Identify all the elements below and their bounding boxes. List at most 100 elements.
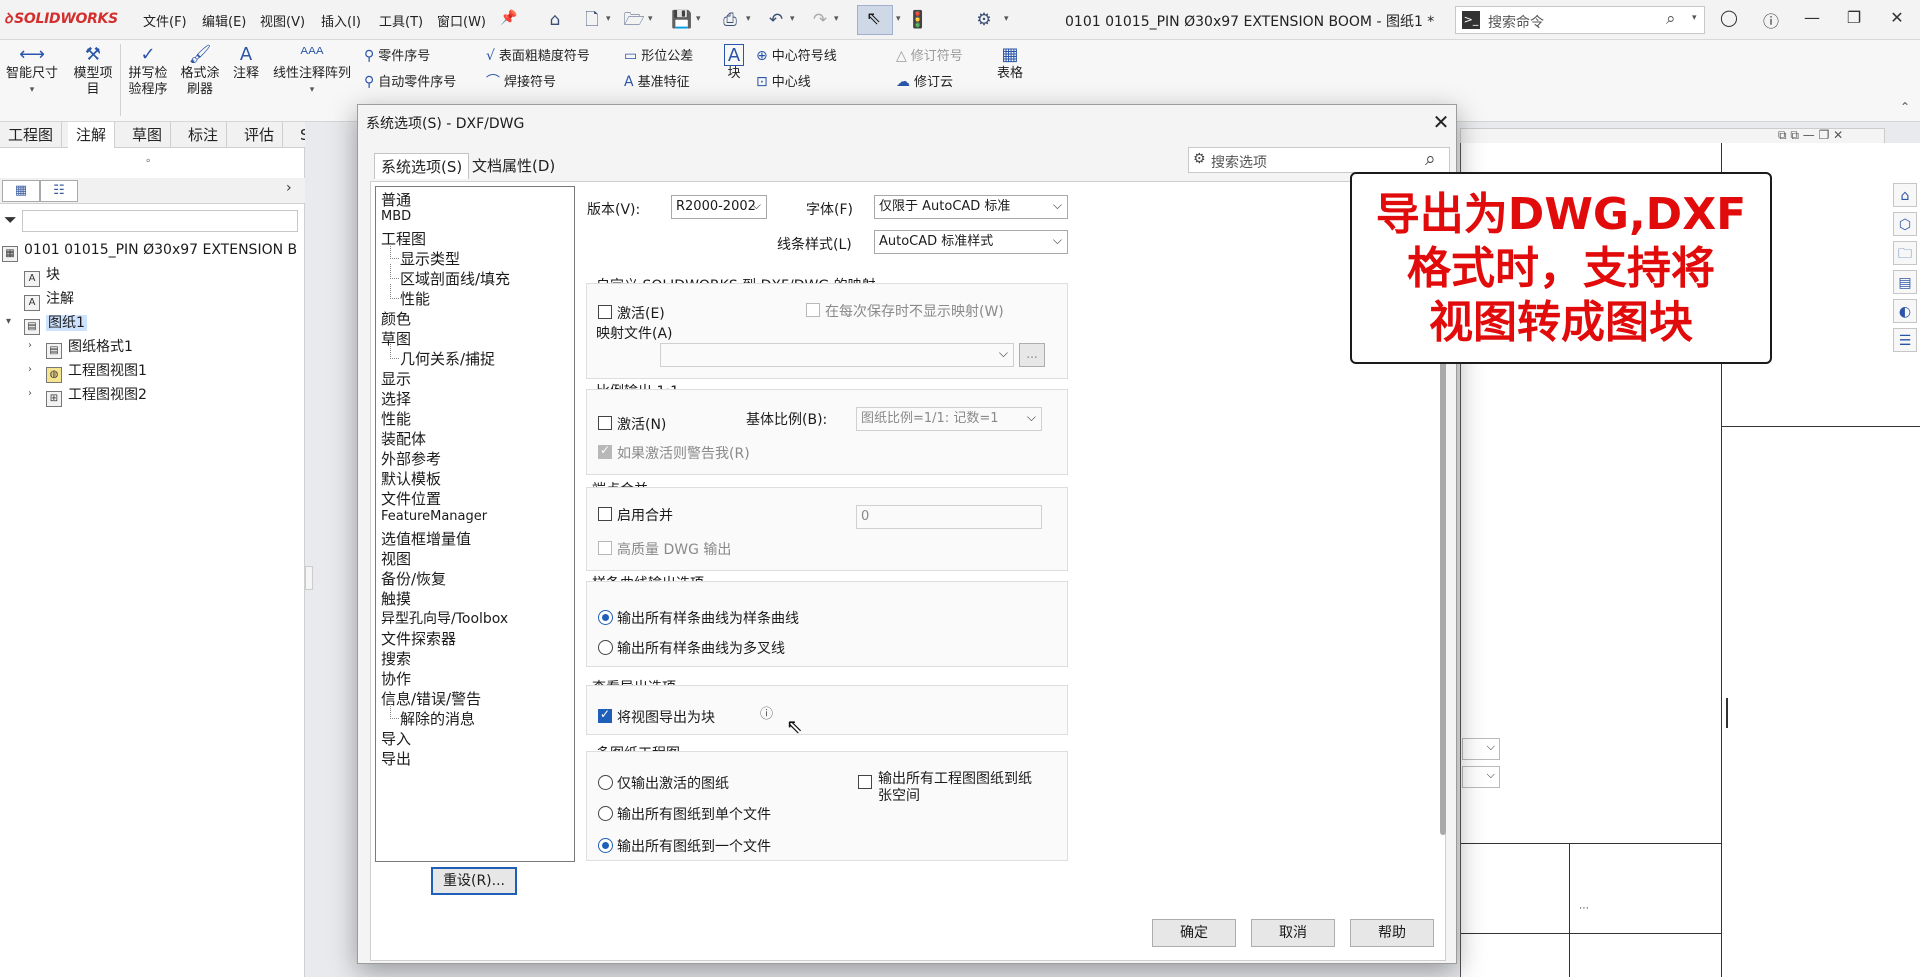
- tree-item-sheet-format[interactable]: ▤ 图纸格式1: [46, 336, 133, 359]
- mapping-noshow-checkbox[interactable]: [806, 303, 820, 317]
- tab-sketch[interactable]: 草图: [124, 122, 172, 148]
- user-icon[interactable]: ◯: [1717, 8, 1741, 27]
- restore-icon[interactable]: ❐: [1842, 8, 1866, 27]
- tree-expand-icon[interactable]: ›: [28, 388, 32, 399]
- save-caret-icon[interactable]: ▾: [696, 14, 701, 24]
- nav-item[interactable]: 显示: [381, 368, 411, 389]
- options-caret-icon[interactable]: ▾: [1004, 14, 1009, 24]
- tree-expand-icon[interactable]: ›: [28, 364, 32, 375]
- version-select[interactable]: R2000-2002: [671, 195, 767, 219]
- propertymanager-tab[interactable]: ☷: [40, 180, 78, 202]
- merge-enable-checkbox[interactable]: [598, 507, 612, 521]
- nav-item[interactable]: 外部参考: [381, 448, 441, 469]
- open-caret-icon[interactable]: ▾: [648, 14, 653, 24]
- tree-collapse-icon[interactable]: ▾: [6, 316, 11, 327]
- nav-item[interactable]: 默认模板: [381, 468, 441, 489]
- pin-icon[interactable]: 📌: [500, 10, 517, 26]
- nav-item[interactable]: 几何关系/捕捉: [389, 344, 495, 369]
- auto-balloon-button[interactable]: ⚲ 自动零件序号: [364, 71, 456, 90]
- nav-item[interactable]: 颜色: [381, 308, 411, 329]
- filter-input[interactable]: [22, 210, 298, 232]
- close-icon[interactable]: ✕: [1885, 8, 1909, 27]
- 3d-parts-icon[interactable]: ⬡: [1893, 212, 1917, 236]
- tree-item-drawing-view1[interactable]: ◍ 工程图视图1: [46, 360, 147, 383]
- appearance-icon[interactable]: ◐: [1893, 299, 1917, 323]
- panel-collapse-handle[interactable]: [305, 566, 313, 590]
- home-view-icon[interactable]: ⌂: [1893, 183, 1917, 207]
- info-icon[interactable]: ⓘ: [760, 703, 773, 722]
- tab-drawing[interactable]: 工程图: [0, 122, 63, 148]
- centerline-button[interactable]: ⊡ 中心线: [756, 71, 811, 90]
- select-pointer-button[interactable]: ⇖: [857, 5, 893, 35]
- redo-icon[interactable]: ↷: [808, 8, 832, 32]
- nav-item[interactable]: 搜索: [381, 648, 411, 669]
- nav-item[interactable]: 选择: [381, 388, 411, 409]
- options-search-input[interactable]: ⚙ 搜索选项 ⌕: [1188, 147, 1450, 173]
- search-icon[interactable]: ⌕: [1425, 148, 1436, 170]
- nav-item[interactable]: 解除的消息: [389, 704, 475, 729]
- featuremanager-tab[interactable]: ▦: [2, 180, 40, 202]
- scale-activate-checkbox[interactable]: [598, 416, 612, 430]
- nav-item[interactable]: 备份/恢复: [381, 568, 446, 589]
- surface-finish-button[interactable]: √ 表面粗糙度符号: [486, 45, 590, 64]
- folder-icon[interactable]: 🗀: [1893, 241, 1917, 265]
- nav-item[interactable]: 触摸: [381, 588, 411, 609]
- linestyle-select[interactable]: AutoCAD 标准样式: [874, 230, 1068, 254]
- nav-item[interactable]: 导入: [381, 728, 411, 749]
- panel-expand-arrow-icon[interactable]: ›: [286, 180, 292, 196]
- solidworks-logo[interactable]: ꝺ SOLIDWORKS: [4, 9, 118, 28]
- tree-item-drawing-view2[interactable]: ⊞ 工程图视图2: [46, 384, 147, 407]
- hq-dwg-checkbox[interactable]: [598, 541, 612, 555]
- tree-root[interactable]: ▦ 0101 01015_PIN Ø30x97 EXTENSION B: [2, 240, 297, 262]
- export-single-file-radio[interactable]: [598, 806, 613, 821]
- mapping-file-select[interactable]: [660, 343, 1014, 367]
- linear-note-pattern-button[interactable]: ᴬᴬᴬ 线性注释阵列 ▾: [266, 44, 358, 98]
- view-controls-icon[interactable]: ⧉ ⧉ — ❐ ✕: [1778, 128, 1843, 143]
- nav-item[interactable]: 性能: [389, 284, 430, 309]
- nav-item[interactable]: 协作: [381, 668, 411, 689]
- minimize-icon[interactable]: —: [1800, 8, 1824, 27]
- table-button[interactable]: ▦ 表格: [990, 44, 1030, 82]
- nav-item[interactable]: 异型孔向导/Toolbox: [381, 608, 508, 628]
- spline-as-polyline-radio[interactable]: [598, 640, 613, 655]
- note-button[interactable]: A 注释: [226, 44, 266, 82]
- menu-view[interactable]: 视图(V): [260, 11, 305, 30]
- mapping-browse-button[interactable]: ...: [1019, 343, 1045, 367]
- menu-window[interactable]: 窗口(W): [437, 11, 486, 30]
- panel-splitter-icon[interactable]: ⚬: [144, 156, 152, 167]
- tree-expand-icon[interactable]: ›: [28, 340, 32, 351]
- nav-item[interactable]: 文件位置: [381, 488, 441, 509]
- revision-cloud-button[interactable]: ☁ 修订云: [896, 71, 953, 90]
- nav-item[interactable]: FeatureManager: [381, 509, 487, 524]
- view-palette-icon[interactable]: ▤: [1893, 270, 1917, 294]
- print-icon[interactable]: ⎙: [718, 8, 742, 32]
- balloon-button[interactable]: ⚲ 零件序号: [364, 45, 430, 64]
- nav-item[interactable]: 文件探索器: [381, 628, 456, 649]
- redo-caret-icon[interactable]: ▾: [834, 14, 839, 24]
- help-icon[interactable]: ⓘ: [1759, 8, 1783, 32]
- undo-icon[interactable]: ↶: [764, 8, 788, 32]
- tab-system-options[interactable]: 系统选项(S): [374, 153, 470, 179]
- nav-item[interactable]: 显示类型: [389, 244, 460, 269]
- export-views-as-blocks-checkbox[interactable]: [598, 707, 612, 723]
- block-button[interactable]: A 块: [720, 44, 748, 82]
- nav-item[interactable]: 装配体: [381, 428, 426, 449]
- export-one-file-radio[interactable]: [598, 838, 613, 853]
- background-dropdown-1[interactable]: ⌵: [1462, 738, 1500, 760]
- smart-dimension-button[interactable]: ⟷ 智能尺寸 ▾: [2, 44, 62, 98]
- tab-evaluate[interactable]: 评估: [236, 122, 284, 148]
- tree-item-annotations[interactable]: A 注解: [24, 288, 74, 311]
- nav-item[interactable]: 选值框增量值: [381, 528, 471, 549]
- nav-item[interactable]: 普通: [381, 189, 411, 210]
- spline-as-spline-radio[interactable]: [598, 610, 613, 625]
- print-caret-icon[interactable]: ▾: [746, 14, 751, 24]
- traffic-light-icon[interactable]: 🚦: [906, 8, 930, 32]
- merge-distance-input[interactable]: 0: [856, 505, 1042, 529]
- font-select[interactable]: 仅限于 AutoCAD 标准: [874, 195, 1068, 219]
- menu-file[interactable]: 文件(F): [143, 11, 187, 30]
- nav-item[interactable]: 视图: [381, 548, 411, 569]
- options-scrollbar[interactable]: [1440, 355, 1446, 835]
- nav-item[interactable]: 区域剖面线/填充: [389, 264, 510, 289]
- export-active-sheet-radio[interactable]: [598, 775, 613, 790]
- collapse-ribbon-icon[interactable]: ⌃: [1900, 100, 1910, 114]
